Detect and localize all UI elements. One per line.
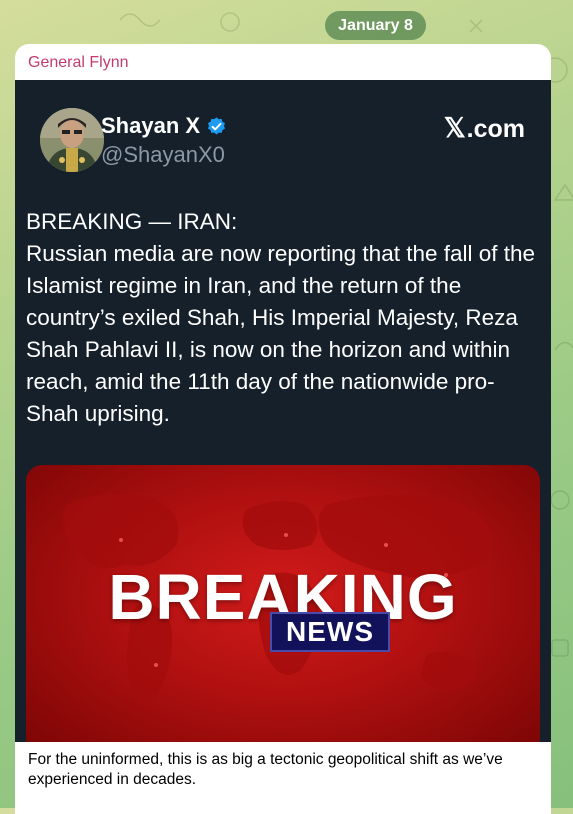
message-caption[interactable]: For the uninformed, this is as big a tec… (28, 750, 528, 790)
author-handle: @ShayanX0 (101, 142, 225, 167)
sender-name[interactable]: General Flynn (28, 54, 129, 72)
author-display-name: Shayan X (101, 113, 201, 138)
x-logo-icon: 𝕏 (443, 113, 466, 143)
brand-domain-text: .com (466, 115, 525, 143)
x-com-brand: 𝕏.com (444, 113, 525, 144)
tweet-screenshot-image[interactable]: Shayan X @ShayanX0 𝕏.com BREAKING — IRAN… (15, 80, 551, 742)
verified-badge-icon (208, 116, 226, 134)
tweet-author-row: Shayan X (101, 113, 227, 139)
tweet-body: BREAKING — IRAN: Russian media are now r… (26, 206, 546, 430)
tweet-text-content: Russian media are now reporting that the… (26, 241, 536, 426)
breaking-news-image[interactable]: BREAKING NEWS (26, 465, 540, 742)
news-label-box: NEWS (270, 612, 390, 652)
date-separator-badge: January 8 (325, 11, 426, 40)
avatar (40, 108, 104, 172)
tweet-headline: BREAKING — IRAN: (26, 209, 238, 234)
message-bubble[interactable]: General Flynn Shayan X @ShayanX0 𝕏.com B… (15, 44, 551, 814)
